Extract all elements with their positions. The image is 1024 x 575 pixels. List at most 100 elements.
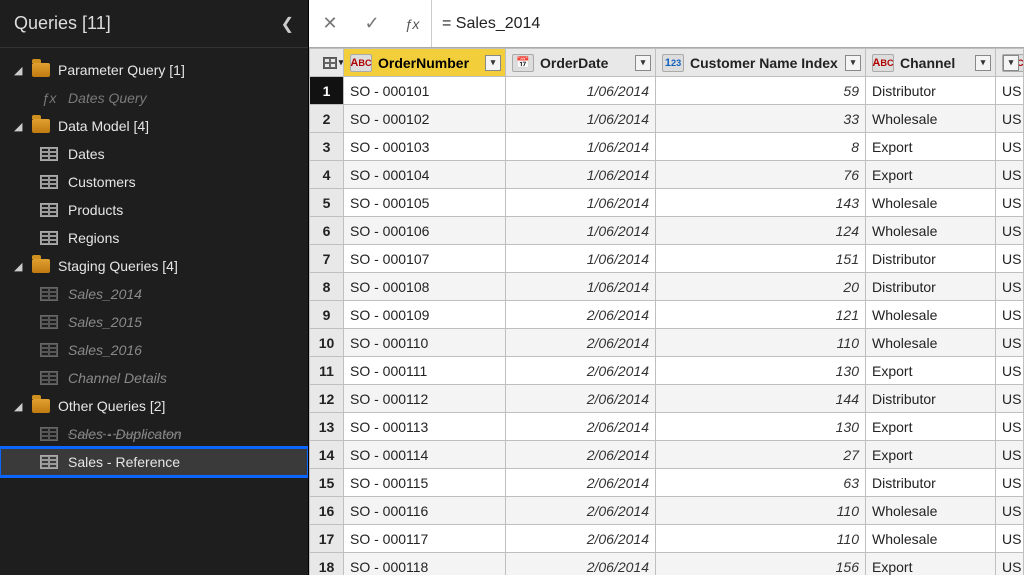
cell-truncated[interactable]: US	[996, 245, 1024, 273]
cell-ordernumber[interactable]: SO - 000110	[344, 329, 506, 357]
cell-channel[interactable]: Wholesale	[866, 525, 996, 553]
column-filter-button[interactable]: ▾	[635, 55, 651, 71]
cell-truncated[interactable]: US	[996, 413, 1024, 441]
row-number[interactable]: 5	[310, 189, 344, 217]
query-item[interactable]: Products	[0, 196, 308, 224]
cell-ordernumber[interactable]: SO - 000107	[344, 245, 506, 273]
cell-channel[interactable]: Export	[866, 441, 996, 469]
commit-formula-button[interactable]: ✓	[351, 13, 393, 34]
cell-channel[interactable]: Wholesale	[866, 497, 996, 525]
query-group[interactable]: ◢ Staging Queries [4]	[0, 252, 308, 280]
row-number[interactable]: 8	[310, 273, 344, 301]
cell-channel[interactable]: Export	[866, 357, 996, 385]
row-number[interactable]: 18	[310, 553, 344, 575]
cell-customerindex[interactable]: 130	[656, 357, 866, 385]
column-filter-button[interactable]: ▾	[485, 55, 501, 71]
cell-channel[interactable]: Wholesale	[866, 301, 996, 329]
cell-truncated[interactable]: US	[996, 161, 1024, 189]
cell-truncated[interactable]: US	[996, 273, 1024, 301]
query-item[interactable]: Sales_2016	[0, 336, 308, 364]
table-row[interactable]: 9SO - 0001092/06/2014121WholesaleUS	[310, 301, 1024, 329]
cell-orderdate[interactable]: 1/06/2014	[506, 77, 656, 105]
cell-ordernumber[interactable]: SO - 000106	[344, 217, 506, 245]
cell-orderdate[interactable]: 2/06/2014	[506, 441, 656, 469]
table-row[interactable]: 10SO - 0001102/06/2014110WholesaleUS	[310, 329, 1024, 357]
cell-customerindex[interactable]: 144	[656, 385, 866, 413]
row-number[interactable]: 2	[310, 105, 344, 133]
cell-customerindex[interactable]: 124	[656, 217, 866, 245]
cell-channel[interactable]: Distributor	[866, 245, 996, 273]
column-header[interactable]: 123Customer Name Index ▾	[656, 49, 866, 77]
query-item[interactable]: Sales_2015	[0, 308, 308, 336]
row-number[interactable]: 7	[310, 245, 344, 273]
query-item[interactable]: Sales_2014	[0, 280, 308, 308]
query-item[interactable]: Channel Details	[0, 364, 308, 392]
cell-channel[interactable]: Export	[866, 161, 996, 189]
cell-truncated[interactable]: US	[996, 385, 1024, 413]
cell-ordernumber[interactable]: SO - 000104	[344, 161, 506, 189]
table-row[interactable]: 12SO - 0001122/06/2014144DistributorUS	[310, 385, 1024, 413]
cell-orderdate[interactable]: 1/06/2014	[506, 133, 656, 161]
row-number[interactable]: 3	[310, 133, 344, 161]
cell-orderdate[interactable]: 2/06/2014	[506, 525, 656, 553]
cell-orderdate[interactable]: 1/06/2014	[506, 273, 656, 301]
query-group[interactable]: ◢ Data Model [4]	[0, 112, 308, 140]
cell-ordernumber[interactable]: SO - 000109	[344, 301, 506, 329]
row-number[interactable]: 9	[310, 301, 344, 329]
cell-orderdate[interactable]: 2/06/2014	[506, 329, 656, 357]
cell-orderdate[interactable]: 2/06/2014	[506, 497, 656, 525]
cell-truncated[interactable]: US	[996, 189, 1024, 217]
cell-orderdate[interactable]: 2/06/2014	[506, 413, 656, 441]
cell-channel[interactable]: Export	[866, 413, 996, 441]
table-row[interactable]: 4SO - 0001041/06/201476ExportUS	[310, 161, 1024, 189]
cell-truncated[interactable]: US	[996, 133, 1024, 161]
cell-customerindex[interactable]: 63	[656, 469, 866, 497]
cell-truncated[interactable]: US	[996, 105, 1024, 133]
cell-truncated[interactable]: US	[996, 497, 1024, 525]
cell-ordernumber[interactable]: SO - 000101	[344, 77, 506, 105]
cell-channel[interactable]: Distributor	[866, 385, 996, 413]
cell-orderdate[interactable]: 2/06/2014	[506, 385, 656, 413]
cell-channel[interactable]: Distributor	[866, 273, 996, 301]
row-number[interactable]: 11	[310, 357, 344, 385]
query-item[interactable]: Dates	[0, 140, 308, 168]
cell-ordernumber[interactable]: SO - 000102	[344, 105, 506, 133]
cell-channel[interactable]: Wholesale	[866, 217, 996, 245]
cell-customerindex[interactable]: 156	[656, 553, 866, 575]
cell-truncated[interactable]: US	[996, 441, 1024, 469]
table-row[interactable]: 6SO - 0001061/06/2014124WholesaleUS	[310, 217, 1024, 245]
cell-orderdate[interactable]: 2/06/2014	[506, 301, 656, 329]
cell-truncated[interactable]: US	[996, 217, 1024, 245]
query-group[interactable]: ◢ Parameter Query [1]	[0, 56, 308, 84]
cell-customerindex[interactable]: 20	[656, 273, 866, 301]
table-row[interactable]: 16SO - 0001162/06/2014110WholesaleUS	[310, 497, 1024, 525]
cell-orderdate[interactable]: 1/06/2014	[506, 105, 656, 133]
query-item[interactable]: ƒxDates Query	[0, 84, 308, 112]
cell-ordernumber[interactable]: SO - 000113	[344, 413, 506, 441]
row-number[interactable]: 15	[310, 469, 344, 497]
row-number[interactable]: 13	[310, 413, 344, 441]
query-item[interactable]: Sales - Reference	[0, 448, 308, 476]
row-number[interactable]: 10	[310, 329, 344, 357]
cell-orderdate[interactable]: 2/06/2014	[506, 553, 656, 575]
cell-truncated[interactable]: US	[996, 329, 1024, 357]
cell-ordernumber[interactable]: SO - 000118	[344, 553, 506, 575]
cell-truncated[interactable]: US	[996, 553, 1024, 575]
row-number[interactable]: 1	[310, 77, 344, 105]
cell-channel[interactable]: Export	[866, 553, 996, 575]
cell-customerindex[interactable]: 143	[656, 189, 866, 217]
query-item[interactable]: Customers	[0, 168, 308, 196]
cell-channel[interactable]: Distributor	[866, 469, 996, 497]
cell-orderdate[interactable]: 1/06/2014	[506, 161, 656, 189]
cell-customerindex[interactable]: 59	[656, 77, 866, 105]
cell-channel[interactable]: Wholesale	[866, 189, 996, 217]
table-row[interactable]: 5SO - 0001051/06/2014143WholesaleUS	[310, 189, 1024, 217]
cell-orderdate[interactable]: 1/06/2014	[506, 245, 656, 273]
cell-channel[interactable]: Distributor	[866, 77, 996, 105]
table-row[interactable]: 3SO - 0001031/06/20148ExportUS	[310, 133, 1024, 161]
column-header[interactable]: ABCOrderNumber ▾	[344, 49, 506, 77]
row-number[interactable]: 17	[310, 525, 344, 553]
cell-truncated[interactable]: US	[996, 469, 1024, 497]
formula-input[interactable]: = Sales_2014	[431, 0, 1024, 47]
table-row[interactable]: 13SO - 0001132/06/2014130ExportUS	[310, 413, 1024, 441]
